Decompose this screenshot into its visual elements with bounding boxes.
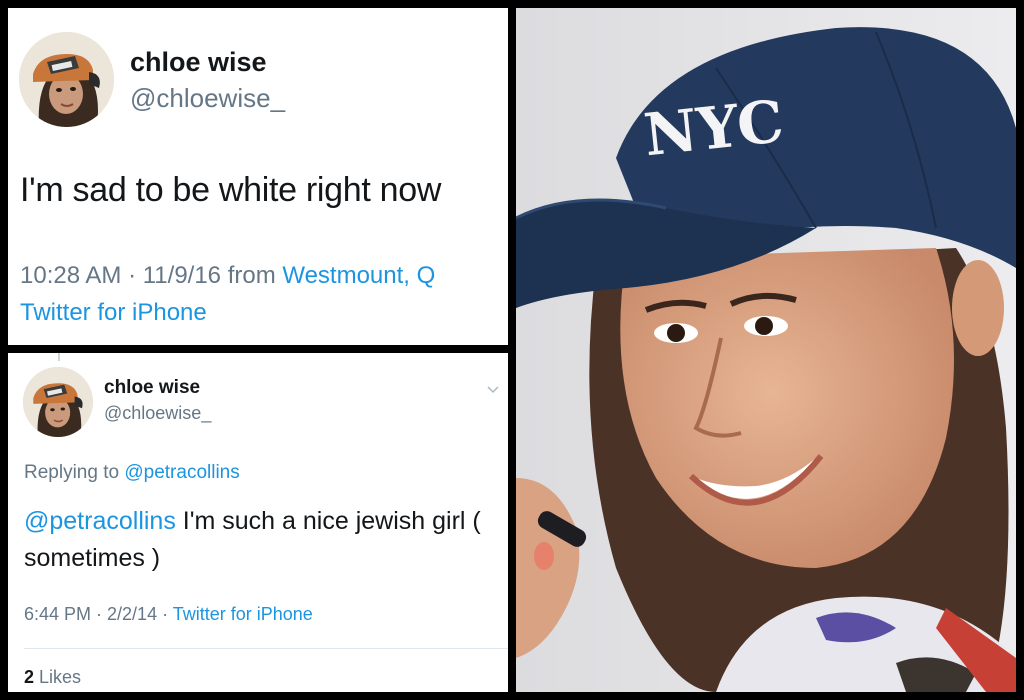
mention-link[interactable]: @petracollins <box>24 507 176 535</box>
likes-number: 2 <box>24 667 35 687</box>
tweet-text: I'm sad to be white right now <box>20 171 442 209</box>
user-handle[interactable]: @chloewise_ <box>130 83 285 114</box>
profile-avatar[interactable] <box>23 367 93 437</box>
likes-label: Likes <box>39 667 82 687</box>
replying-to: Replying to @petracollins <box>24 462 240 484</box>
display-name[interactable]: chloe wise <box>104 377 200 399</box>
portrait-photo: NYC <box>516 8 1016 692</box>
replying-prefix: Replying to <box>24 462 125 483</box>
tweet-text: @petracollins I'm such a nice jewish gir… <box>24 503 494 577</box>
tweet-card-2: chloe wise @chloewise_ Replying to @petr… <box>8 353 508 692</box>
tweet-timestamp: 10:28 AM · 11/9/16 from Westmount, Q <box>20 262 435 290</box>
source-link[interactable]: Twitter for iPhone <box>20 299 207 327</box>
time-date: 6:44 PM · 2/2/14 · <box>24 604 173 624</box>
time-date: 10:28 AM · 11/9/16 from <box>20 262 283 289</box>
divider <box>24 648 508 649</box>
thread-line <box>58 353 60 361</box>
source-link[interactable]: Twitter for iPhone <box>173 604 313 624</box>
tweet-card-1: chloe wise @chloewise_ I'm sad to be whi… <box>8 8 508 345</box>
tweet-timestamp: 6:44 PM · 2/2/14 · Twitter for iPhone <box>24 604 313 625</box>
cap-lettering: NYC <box>641 87 787 169</box>
display-name[interactable]: chloe wise <box>130 47 267 78</box>
likes-count[interactable]: 2 Likes <box>24 667 81 688</box>
location-link[interactable]: Westmount, Q <box>282 262 435 289</box>
user-handle[interactable]: @chloewise_ <box>104 403 211 424</box>
profile-avatar[interactable] <box>19 32 114 127</box>
chevron-down-icon[interactable] <box>486 383 500 397</box>
reply-mention-link[interactable]: @petracollins <box>124 462 239 483</box>
